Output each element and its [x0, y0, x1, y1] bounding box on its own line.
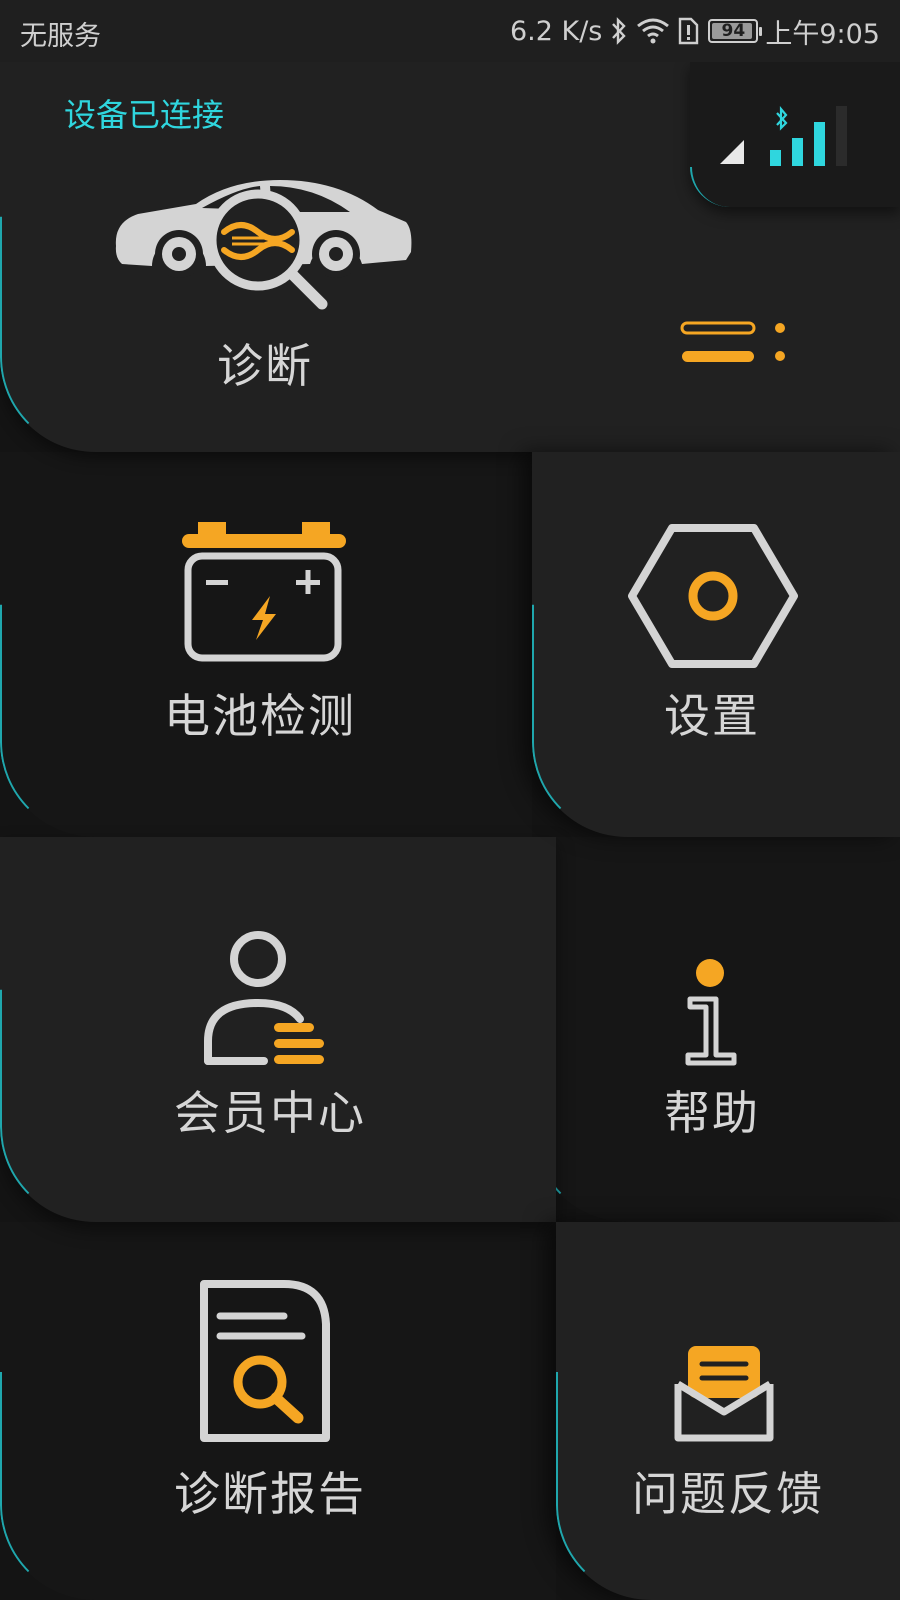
- hex-nut-icon: [628, 524, 798, 672]
- diagnosis-report-label: 诊断报告: [174, 1467, 366, 1521]
- battery-check-label: 电池检测: [164, 689, 356, 743]
- signal-panel: [690, 62, 900, 207]
- signal-bars-icon: [770, 106, 850, 170]
- report-search-icon: [198, 1278, 334, 1448]
- envelope-letter-icon: [672, 1342, 776, 1450]
- settings-tile[interactable]: 设置: [532, 452, 900, 837]
- cellular-triangle-icon: [720, 140, 746, 170]
- member-center-label: 会员中心: [174, 1086, 366, 1140]
- user-profile-icon: [202, 929, 332, 1073]
- help-label: 帮助: [664, 1086, 760, 1140]
- car-battery-icon: [182, 512, 348, 666]
- menu-button[interactable]: [680, 317, 790, 373]
- feedback-tile[interactable]: 问题反馈: [556, 1222, 900, 1600]
- diagnose-label: 诊断: [217, 339, 313, 393]
- carrier-text: 无服务: [20, 21, 101, 52]
- bluetooth-icon: [609, 16, 629, 46]
- member-center-tile[interactable]: 会员中心: [0, 837, 556, 1222]
- info-icon: [682, 959, 742, 1073]
- wifi-icon: [636, 17, 670, 45]
- clock-text: 上午9:05: [765, 18, 880, 50]
- car-diagnostic-icon: [110, 174, 415, 318]
- battery-icon: 94: [708, 19, 763, 43]
- net-speed-text: 6.2 K/s: [509, 15, 603, 47]
- battery-level-text: 94: [721, 21, 746, 41]
- diagnosis-report-tile[interactable]: 诊断报告: [0, 1222, 556, 1600]
- menu-lines-icon: [680, 321, 790, 377]
- sim-alert-icon: [677, 17, 699, 45]
- status-bar: 无服务 6.2 K/s 94 上午9:05: [0, 0, 900, 62]
- diagnose-tile[interactable]: 设备已连接 诊断: [0, 62, 900, 452]
- help-tile[interactable]: 帮助: [532, 837, 900, 1222]
- battery-check-tile[interactable]: 电池检测: [0, 452, 532, 837]
- status-icons: 6.2 K/s 94 上午9:05: [510, 12, 880, 50]
- connection-status-text: 设备已连接: [64, 96, 225, 134]
- feedback-label: 问题反馈: [632, 1467, 824, 1521]
- settings-label: 设置: [664, 689, 760, 743]
